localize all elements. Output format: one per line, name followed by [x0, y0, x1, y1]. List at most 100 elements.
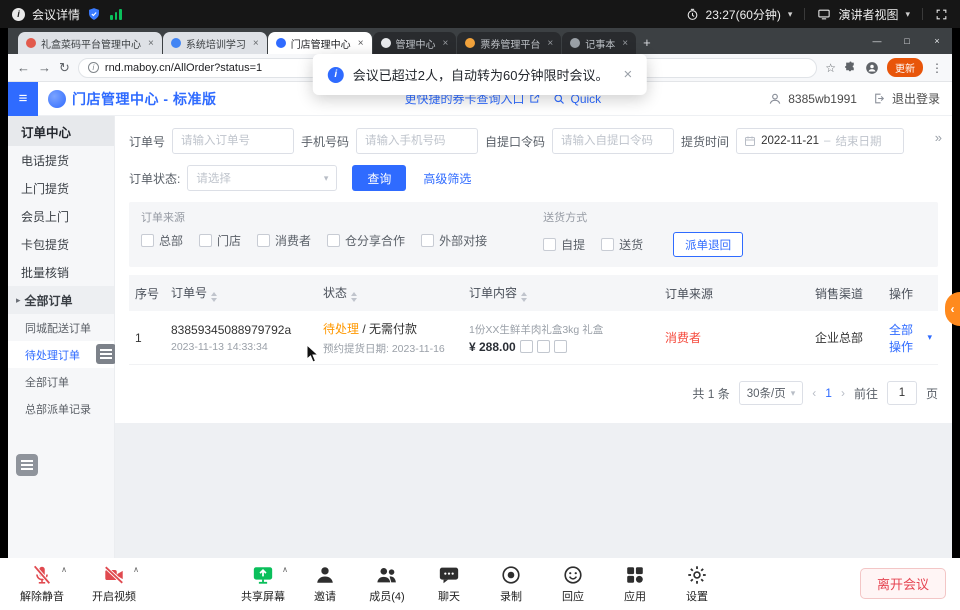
network-signal-icon[interactable]	[110, 8, 122, 20]
checkbox-hq[interactable]: 总部	[141, 232, 183, 249]
close-icon[interactable]: ×	[623, 66, 632, 83]
minimize-button[interactable]: —	[862, 28, 892, 54]
view-mode-label[interactable]: 演讲者视图	[838, 6, 898, 23]
checkbox-consumer[interactable]: 消费者	[257, 232, 311, 249]
logout-button[interactable]: 退出登录	[892, 90, 940, 107]
chevron-up-icon[interactable]: ∧	[282, 565, 288, 574]
col-order-no[interactable]: 订单号	[165, 284, 317, 302]
advanced-filter-link[interactable]: 高级筛选	[423, 170, 471, 187]
sidebar-section-order-center[interactable]: 订单中心	[8, 116, 114, 146]
sidebar-item-door-pickup[interactable]: 上门提货	[8, 174, 114, 202]
collapse-filters-icon[interactable]: »	[935, 130, 942, 145]
close-icon[interactable]: ×	[547, 38, 553, 49]
browser-tab-active[interactable]: 门店管理中心×	[268, 32, 372, 54]
order-no-input[interactable]	[172, 128, 294, 154]
row-action-dropdown[interactable]: 全部操作▾	[889, 321, 932, 355]
page-size-select[interactable]: 30条/页▾	[739, 381, 804, 405]
checkbox-icon[interactable]	[327, 234, 340, 247]
maximize-button[interactable]: □	[892, 28, 922, 54]
meeting-timer[interactable]: 23:27(60分钟)	[706, 6, 781, 23]
browser-update-button[interactable]: 更新	[887, 58, 923, 77]
site-info-icon[interactable]: i	[88, 62, 99, 73]
chat-button[interactable]: 聊天	[421, 564, 477, 604]
sidebar-item-pending-orders[interactable]: 待处理订单	[8, 341, 114, 368]
date-end-placeholder[interactable]: 结束日期	[835, 133, 881, 149]
browser-tab[interactable]: 系统培训学习×	[163, 32, 267, 54]
chevron-down-icon[interactable]: ▾	[905, 9, 910, 20]
prev-page-button[interactable]: ‹	[812, 386, 816, 400]
close-icon[interactable]: ×	[358, 38, 364, 49]
invite-button[interactable]: 邀请	[297, 564, 353, 604]
sort-icon[interactable]	[521, 292, 527, 302]
order-number[interactable]: 83859345088979792a	[171, 323, 311, 337]
order-tag-icon-3[interactable]	[554, 340, 567, 353]
meeting-info-icon[interactable]: i	[12, 8, 25, 21]
col-status[interactable]: 状态	[317, 284, 463, 302]
forward-icon[interactable]: →	[38, 60, 51, 75]
goto-page-input[interactable]	[887, 381, 917, 405]
next-page-button[interactable]: ›	[841, 386, 845, 400]
chevron-down-icon[interactable]: ▾	[788, 9, 793, 20]
drag-handle-icon[interactable]	[96, 344, 116, 364]
checkbox-icon[interactable]	[199, 234, 212, 247]
extensions-icon[interactable]	[844, 61, 857, 74]
sidebar-item-hq-dispatch-log[interactable]: 总部派单记录	[8, 395, 114, 422]
sidebar-item-city-delivery[interactable]: 同城配送订单	[8, 314, 114, 341]
leave-meeting-button[interactable]: 离开会议	[860, 568, 946, 599]
close-icon[interactable]: ×	[253, 38, 259, 49]
new-tab-button[interactable]: +	[643, 35, 651, 50]
reaction-button[interactable]: 回应	[545, 564, 601, 604]
checkbox-icon[interactable]	[543, 238, 556, 251]
order-tag-icon-1[interactable]	[520, 340, 533, 353]
settings-button[interactable]: 设置	[669, 564, 725, 604]
order-status-select[interactable]: 请选择 ▾	[187, 165, 337, 191]
checkbox-external[interactable]: 外部对接	[421, 232, 487, 249]
close-icon[interactable]: ×	[622, 38, 628, 49]
menu-toggle-button[interactable]: ≡	[8, 82, 38, 116]
reload-icon[interactable]: ↻	[59, 60, 70, 76]
date-start-value[interactable]: 2022-11-21	[761, 135, 819, 147]
sidebar-item-card-pickup[interactable]: 卡包提货	[8, 230, 114, 258]
sort-icon[interactable]	[351, 292, 357, 302]
unmute-button[interactable]: ∧ 解除静音	[14, 564, 70, 604]
browser-tab[interactable]: 管理中心×	[373, 32, 457, 54]
profile-avatar-icon[interactable]	[865, 61, 879, 75]
record-button[interactable]: 录制	[483, 564, 539, 604]
sidebar-item-all-orders[interactable]: 全部订单	[8, 368, 114, 395]
checkbox-delivery[interactable]: 送货	[601, 236, 643, 253]
close-icon[interactable]: ×	[443, 38, 449, 49]
close-icon[interactable]: ×	[148, 38, 154, 49]
start-video-button[interactable]: ∧ 开启视频	[86, 564, 142, 604]
checkbox-icon[interactable]	[141, 234, 154, 247]
sidebar-item-batch-verify[interactable]: 批量核销	[8, 258, 114, 286]
search-button[interactable]: 查询	[352, 165, 406, 191]
sidebar-item-phone-pickup[interactable]: 电话提货	[8, 146, 114, 174]
current-page[interactable]: 1	[825, 386, 832, 400]
logout-icon[interactable]	[873, 92, 886, 105]
back-icon[interactable]: ←	[17, 60, 30, 75]
col-content[interactable]: 订单内容	[463, 284, 659, 302]
checkbox-icon[interactable]	[421, 234, 434, 247]
phone-input[interactable]	[356, 128, 478, 154]
checkbox-share-coop[interactable]: 仓分享合作	[327, 232, 405, 249]
checkbox-icon[interactable]	[601, 238, 614, 251]
apps-button[interactable]: 应用	[607, 564, 663, 604]
pickup-code-input[interactable]	[552, 128, 674, 154]
sort-icon[interactable]	[211, 292, 217, 302]
browser-tab[interactable]: 记事本×	[562, 32, 636, 54]
checkbox-self-pickup[interactable]: 自提	[543, 236, 585, 253]
username[interactable]: 8385wb1991	[788, 92, 857, 106]
menu-icon[interactable]: ⋮	[931, 61, 943, 75]
chevron-up-icon[interactable]: ∧	[133, 565, 139, 574]
sidebar-group-all-orders[interactable]: ▸ 全部订单	[8, 286, 114, 314]
bookmark-star-icon[interactable]: ☆	[825, 61, 836, 75]
checkbox-icon[interactable]	[257, 234, 270, 247]
share-screen-button[interactable]: ∧ 共享屏幕	[235, 564, 291, 604]
meeting-detail-label[interactable]: 会议详情	[32, 6, 80, 23]
list-toggle-button[interactable]	[16, 454, 38, 476]
dispatch-return-button[interactable]: 派单退回	[673, 232, 743, 257]
browser-tab[interactable]: 票券管理平台×	[457, 32, 561, 54]
security-shield-icon[interactable]	[87, 7, 101, 21]
checkbox-store[interactable]: 门店	[199, 232, 241, 249]
close-window-button[interactable]: ×	[922, 28, 952, 54]
